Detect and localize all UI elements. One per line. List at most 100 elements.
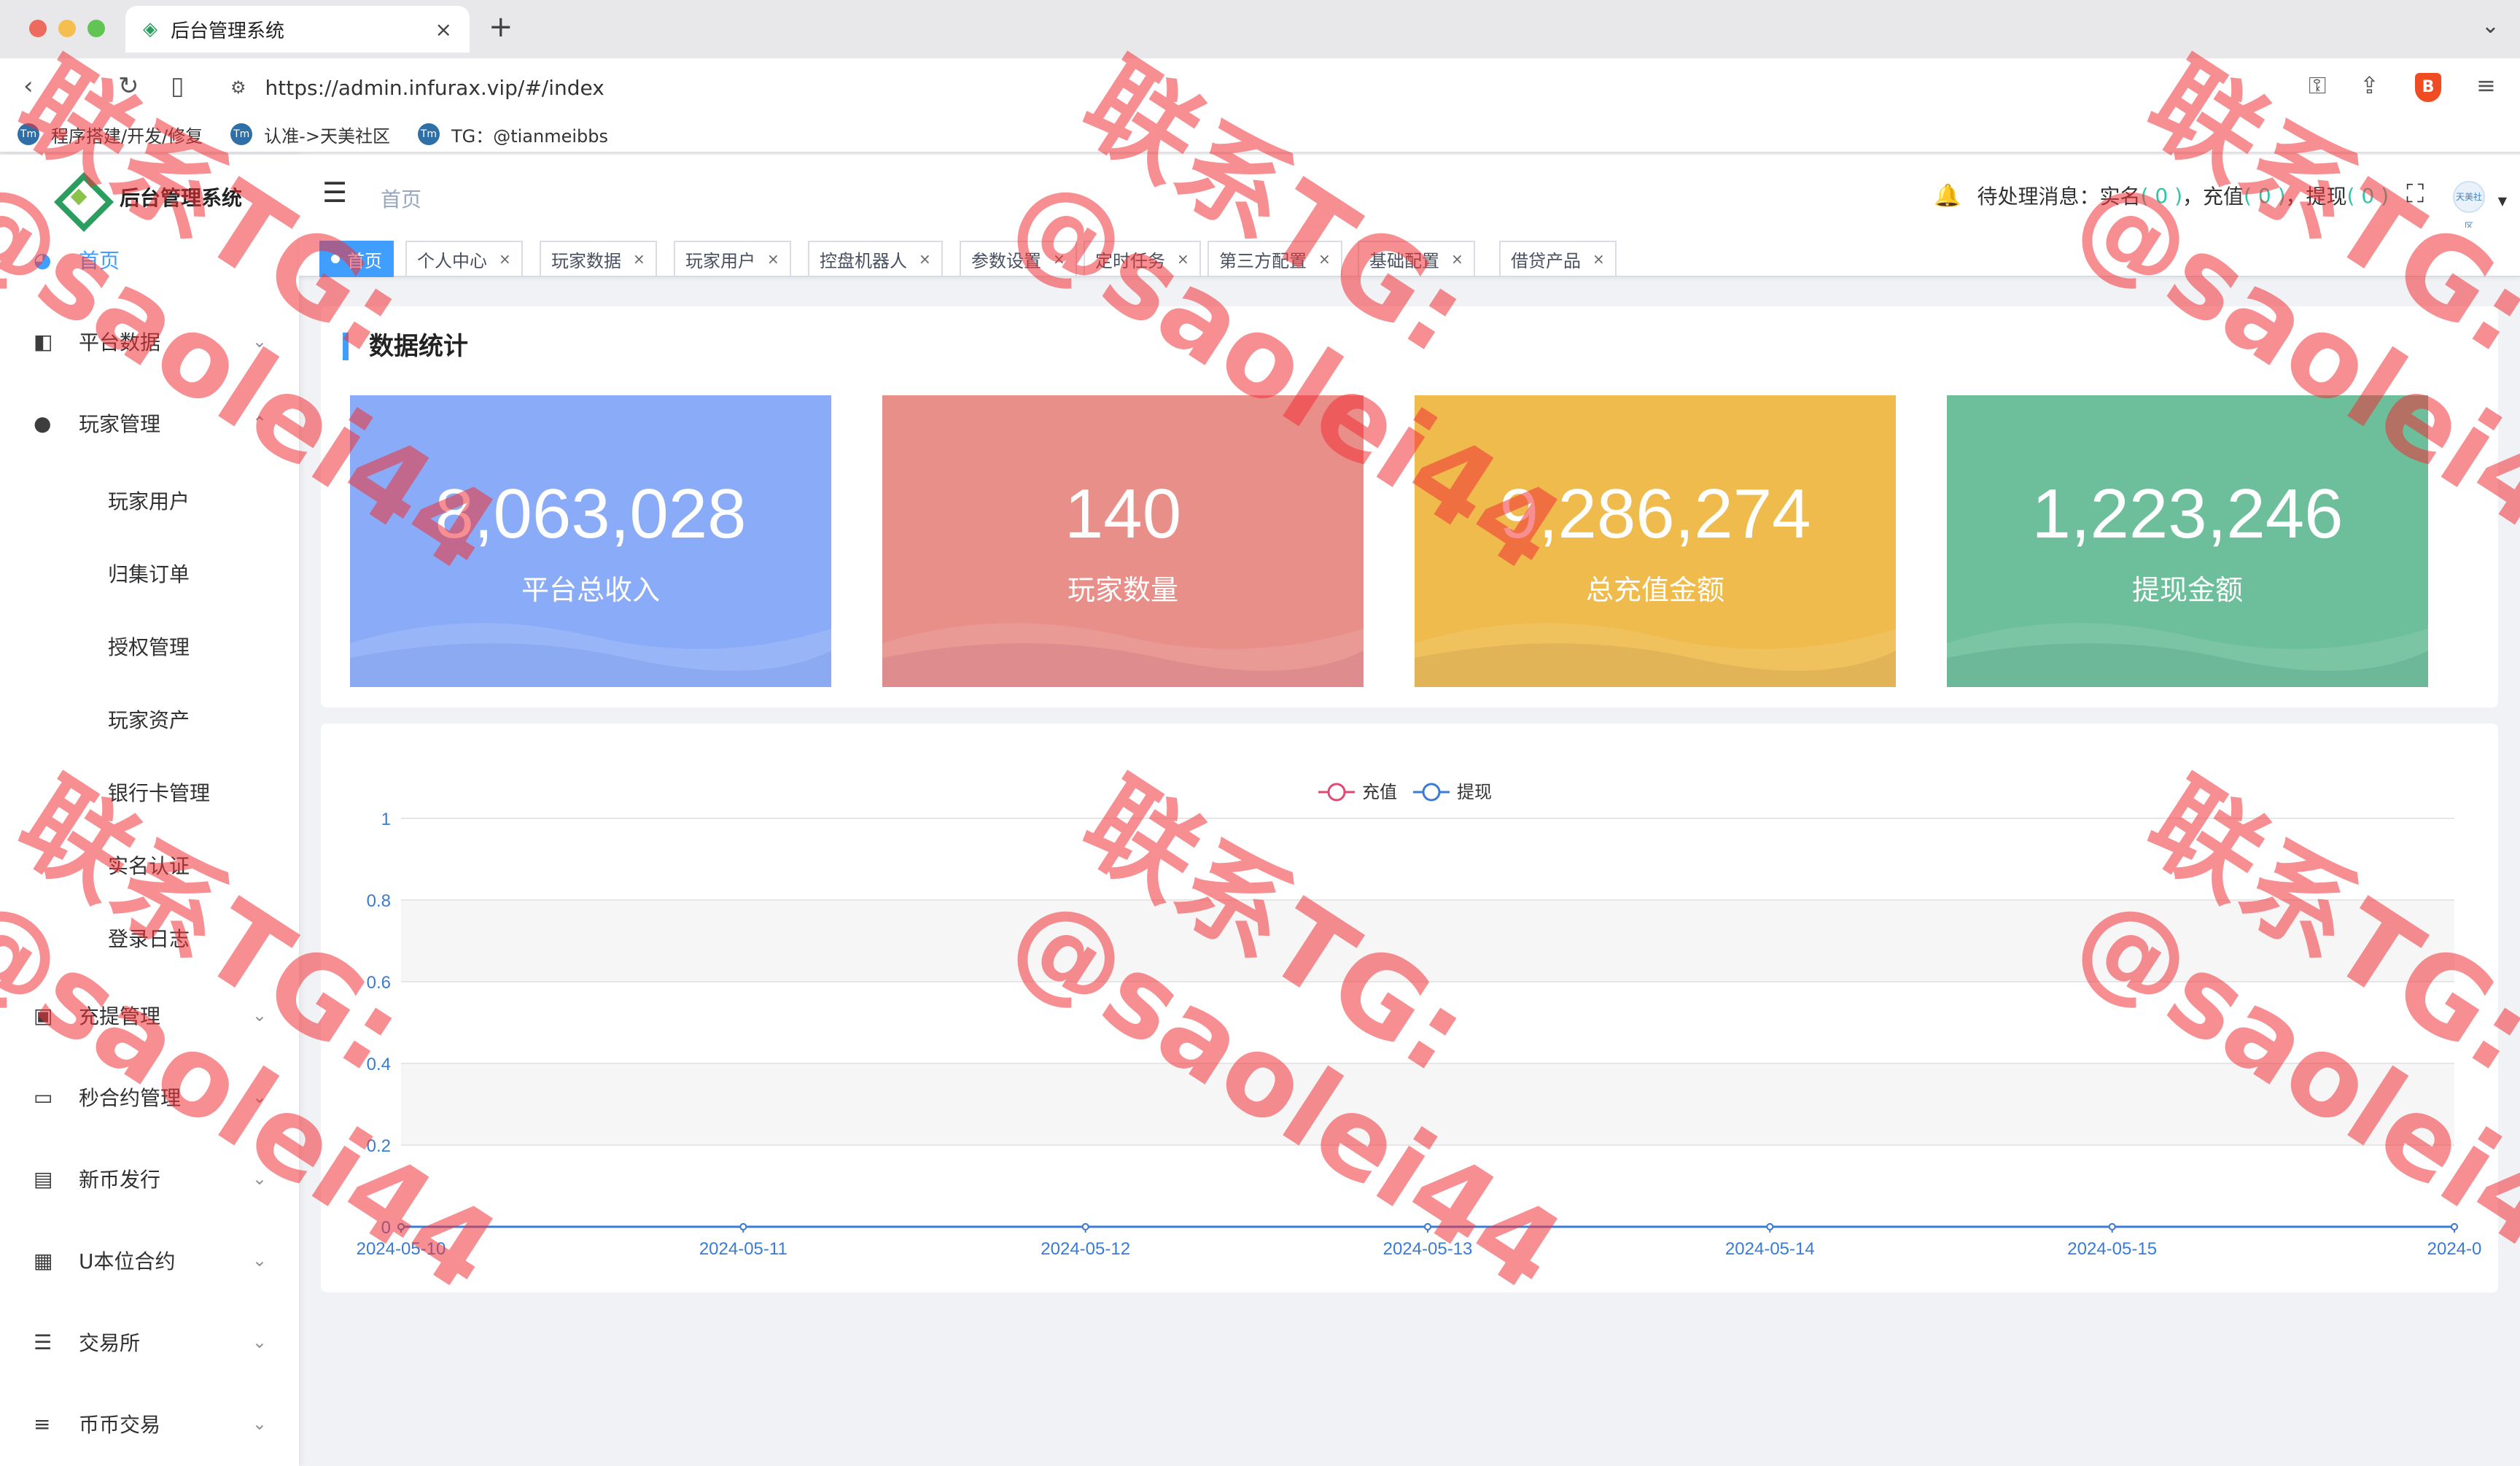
bookmark-item[interactable]: Tm TG：@tianmeibbs <box>417 122 608 147</box>
url-field[interactable]: ⚙ https://admin.infurax.vip/#/index <box>211 67 2166 108</box>
top-navbar: ☰ 首页 🔔 待处理消息： 实名 ( 0 ) ，充值 ( 0 ) ，提现 ( 0… <box>299 155 2520 231</box>
tab-title: 后台管理系统 <box>171 20 285 42</box>
tag-third-party[interactable]: 第三方配置 × <box>1208 241 1342 277</box>
sidebar-item-deposit-withdraw[interactable]: ▣ 充提管理 ⌄ <box>0 986 299 1044</box>
bookmark-item[interactable]: Tm 程序搭建/开发/修复 <box>18 122 203 147</box>
reload-icon[interactable]: ↻ <box>118 71 139 101</box>
avatar[interactable]: 天美社区 <box>2453 181 2485 231</box>
close-window-button[interactable] <box>29 20 47 37</box>
notice-realname-label[interactable]: 实名 <box>2100 181 2141 210</box>
tag-label: 首页 <box>347 250 382 271</box>
bookmark-label: 认准->天美社区 <box>264 125 390 147</box>
list-ordered-icon: ☰ <box>34 1330 52 1354</box>
wave-decoration <box>1415 623 1896 687</box>
tag-label: 基础配置 <box>1369 250 1439 271</box>
brave-shield-icon[interactable]: B <box>2415 73 2441 102</box>
sidebar-item-label: 首页 <box>79 249 120 273</box>
stat-label: 总充值金额 <box>1585 574 1724 606</box>
stat-card-player-count: 140 玩家数量 <box>882 395 1364 687</box>
breadcrumb[interactable]: 首页 <box>381 184 421 213</box>
active-dot-icon <box>331 255 340 263</box>
close-icon[interactable]: × <box>1177 250 1189 268</box>
tag-scheduled-tasks[interactable]: 定时任务 × <box>1084 241 1201 277</box>
notice-withdraw-label[interactable]: ，提现 <box>2286 181 2347 210</box>
new-tab-button[interactable]: + <box>489 10 513 44</box>
hamburger-icon[interactable]: ☰ <box>322 177 347 209</box>
tag-loan-products[interactable]: 借贷产品 × <box>1499 241 1617 277</box>
admin-app: 后台管理系统 ◕ 首页 ◧ 平台数据 ⌄ ● 玩家管理 ⌃ 玩家用户 归集订单 授权管理 … <box>0 155 2520 1466</box>
sidebar-subitem-collection-orders[interactable]: 归集订单 <box>108 559 190 588</box>
sidebar-item-label: 币币交易 <box>79 1413 161 1437</box>
bell-icon[interactable]: 🔔 <box>1934 183 1961 209</box>
minimize-window-button[interactable] <box>58 20 76 37</box>
tag-label: 借贷产品 <box>1511 250 1581 271</box>
sidebar-subitem-real-name[interactable]: 实名认证 <box>108 850 190 880</box>
chevron-down-icon[interactable]: ⌄ <box>2481 13 2500 39</box>
sidebar-item-home[interactable]: ◕ 首页 <box>0 230 299 289</box>
sidebar-item-exchange[interactable]: ☰ 交易所 ⌄ <box>0 1313 299 1371</box>
tag-player-data[interactable]: 玩家数据 × <box>540 241 657 277</box>
stat-value: 1,223,246 <box>2031 475 2344 553</box>
maximize-window-button[interactable] <box>88 20 105 37</box>
close-icon[interactable]: × <box>499 250 511 268</box>
close-icon[interactable]: × <box>1451 250 1463 268</box>
tag-basic-config[interactable]: 基础配置 × <box>1358 241 1475 277</box>
x-tick-label: 2024-05-13 <box>1383 1239 1473 1259</box>
bookmark-item[interactable]: Tm 认准->天美社区 <box>230 122 390 147</box>
tag-player-users[interactable]: 玩家用户 × <box>674 241 791 277</box>
sidebar-item-player-management[interactable]: ● 玩家管理 ⌃ <box>0 394 299 452</box>
close-icon[interactable]: × <box>633 250 645 268</box>
notice-recharge-label[interactable]: ，充值 <box>2182 181 2244 210</box>
stat-value: 8,063,028 <box>435 475 747 553</box>
close-tab-icon[interactable]: × <box>435 18 452 42</box>
sidebar-item-label: 交易所 <box>79 1331 141 1355</box>
sidebar-item-new-coin[interactable]: ▤ 新币发行 ⌄ <box>0 1149 299 1208</box>
x-tick-label: 2024-05-10 <box>357 1239 446 1259</box>
sidebar-subitem-player-users[interactable]: 玩家用户 <box>108 486 190 515</box>
data-point <box>1424 1223 1431 1230</box>
tag-control-robot[interactable]: 控盘机器人 × <box>808 241 943 277</box>
data-point <box>739 1223 747 1230</box>
tag-params[interactable]: 参数设置 × <box>960 241 1077 277</box>
sidebar-item-second-contract[interactable]: ▭ 秒合约管理 ⌄ <box>0 1068 299 1126</box>
close-icon[interactable]: × <box>1318 250 1331 268</box>
browser-tab[interactable]: ◈ 后台管理系统 × <box>125 6 470 53</box>
close-icon[interactable]: × <box>919 250 931 268</box>
browser-window: ◈ 后台管理系统 × + ⌄ ‹ ↻ ▯ ⚙ https://admin.inf… <box>0 0 2520 1466</box>
back-icon[interactable]: ‹ <box>23 71 34 101</box>
stat-label: 提现金额 <box>2131 574 2243 606</box>
close-icon[interactable]: × <box>1592 250 1605 268</box>
tag-home[interactable]: 首页 <box>319 241 394 277</box>
tag-profile[interactable]: 个人中心 × <box>405 241 523 277</box>
sidebar-subitem-player-assets[interactable]: 玩家资产 <box>108 705 190 734</box>
tags-view: 首页 个人中心 × 玩家数据 × 玩家用户 × 控盘机器人 × 参数设置 × 定时任务 × … <box>299 228 2520 277</box>
site-settings-icon[interactable]: ⚙ <box>230 77 246 98</box>
y-tick-label: 1 <box>381 810 391 829</box>
url-text: https://admin.infurax.vip/#/index <box>265 75 604 100</box>
chevron-down-icon: ⌄ <box>252 1250 267 1271</box>
sidebar-subitem-bank-cards[interactable]: 银行卡管理 <box>108 777 210 807</box>
tag-label: 玩家用户 <box>685 250 755 271</box>
logo[interactable]: 后台管理系统 <box>55 174 242 220</box>
menu-icon[interactable]: ≡ <box>2476 71 2496 99</box>
notice-realname-count[interactable]: ( 0 ) <box>2141 184 2182 208</box>
sidebar-item-u-contract[interactable]: ▦ U本位合约 ⌄ <box>0 1231 299 1289</box>
stat-label: 平台总收入 <box>521 574 660 606</box>
bookmark-label: 程序搭建/开发/修复 <box>51 125 203 147</box>
sidebar-subitem-authorization[interactable]: 授权管理 <box>108 632 190 661</box>
share-icon[interactable]: ⇪ <box>2360 71 2379 99</box>
tag-label: 玩家数据 <box>551 250 621 271</box>
caret-down-icon[interactable]: ▼ <box>2498 194 2507 208</box>
close-icon[interactable]: × <box>1053 250 1065 268</box>
sidebar-item-platform-data[interactable]: ◧ 平台数据 ⌄ <box>0 312 299 371</box>
key-icon[interactable]: ⚿ <box>2309 71 2326 100</box>
notice-withdraw-count[interactable]: ( 0 ) <box>2347 184 2389 208</box>
sidebar-item-coin-trading[interactable]: ≡ 币币交易 ⌄ <box>0 1395 299 1453</box>
fullscreen-icon[interactable]: ⛶ <box>2406 179 2424 209</box>
x-tick-label: 2024-05-11 <box>699 1239 788 1259</box>
stats-title: 数据统计 <box>343 333 468 360</box>
sidebar-subitem-login-logs[interactable]: 登录日志 <box>108 923 190 953</box>
notice-recharge-count[interactable]: ( 0 ) <box>2244 184 2285 208</box>
bookmark-icon[interactable]: ▯ <box>171 71 184 101</box>
close-icon[interactable]: × <box>767 250 779 268</box>
